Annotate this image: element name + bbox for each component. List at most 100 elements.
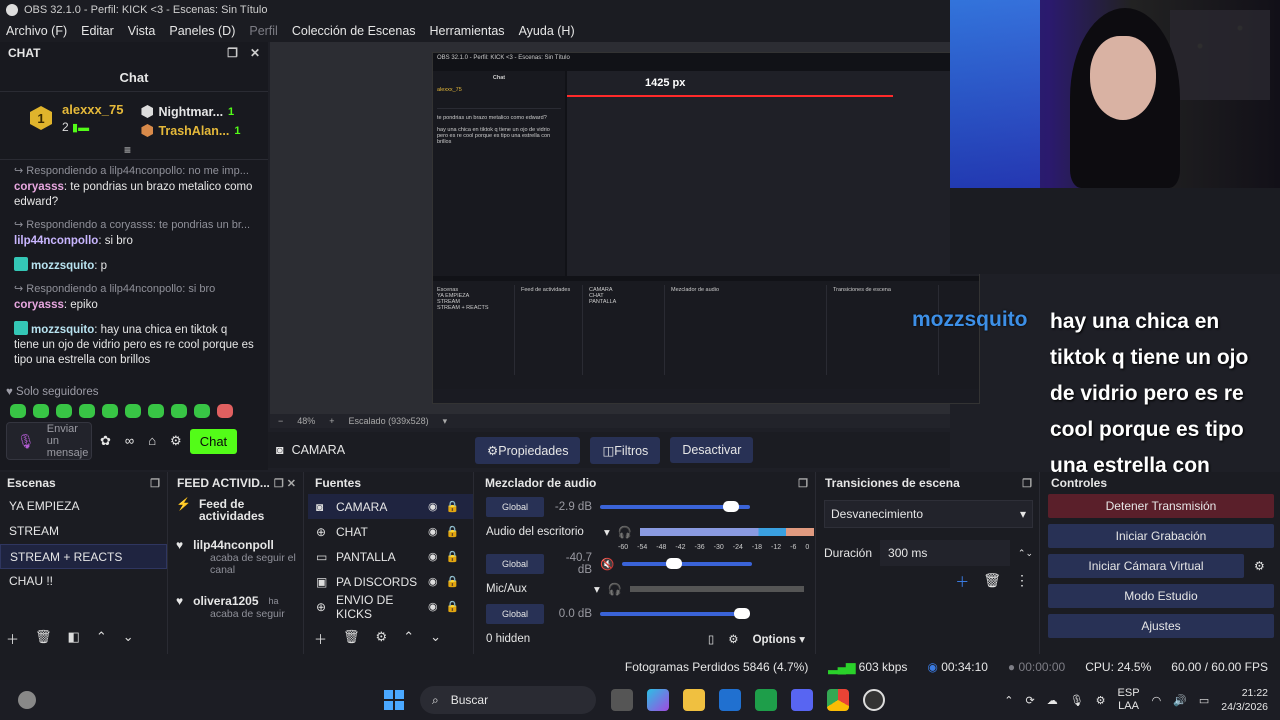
trash-icon[interactable]: 🗑 bbox=[983, 572, 1001, 592]
gear-icon[interactable]: ⚙ bbox=[376, 629, 388, 648]
emote-icon[interactable] bbox=[148, 404, 164, 418]
send-chat-button[interactable]: Chat bbox=[189, 428, 238, 454]
file-explorer-icon[interactable] bbox=[683, 689, 705, 711]
emote-icon[interactable] bbox=[10, 404, 26, 418]
chevron-down-icon[interactable]: ▾ bbox=[594, 582, 600, 596]
global-button[interactable]: Global bbox=[486, 553, 544, 574]
discord-icon[interactable] bbox=[791, 689, 813, 711]
store-icon[interactable]: ⌂ bbox=[148, 433, 156, 449]
start-recording-button[interactable]: Iniciar Grabación bbox=[1048, 524, 1274, 548]
lock-icon[interactable]: 🔒 bbox=[446, 550, 460, 563]
scene-item[interactable]: YA EMPIEZA bbox=[0, 494, 167, 519]
eye-icon[interactable]: ◉ bbox=[428, 525, 438, 538]
excel-icon[interactable] bbox=[755, 689, 777, 711]
zoom-in-icon[interactable]: + bbox=[329, 416, 334, 426]
expand-icon[interactable]: ≡ bbox=[124, 143, 131, 157]
arrow-up-icon[interactable]: ⌃ bbox=[403, 629, 414, 648]
eye-icon[interactable]: ◉ bbox=[428, 550, 438, 563]
infinity-icon[interactable]: ∞ bbox=[125, 433, 134, 449]
global-button[interactable]: Global bbox=[486, 496, 544, 517]
menu-perfil[interactable]: Perfil bbox=[249, 24, 277, 38]
language-indicator[interactable]: ESP LAA bbox=[1118, 687, 1140, 713]
volume-slider[interactable] bbox=[600, 500, 750, 512]
menu-editar[interactable]: Editar bbox=[81, 24, 114, 38]
duration-input[interactable]: 300 ms bbox=[880, 540, 1010, 566]
spin-icon[interactable]: ⌃⌄ bbox=[1018, 548, 1033, 559]
advanced-icon[interactable]: ⚙ bbox=[728, 632, 738, 646]
emote-icon[interactable] bbox=[125, 404, 141, 418]
copilot-icon[interactable] bbox=[647, 689, 669, 711]
emote-icon[interactable] bbox=[194, 404, 210, 418]
chat-input[interactable]: 🎙 Enviar un mensaje bbox=[6, 422, 92, 460]
volume-knob[interactable] bbox=[734, 607, 750, 619]
chat-username[interactable]: mozzsquito bbox=[31, 324, 94, 336]
emote-icon[interactable] bbox=[171, 404, 187, 418]
source-item[interactable]: ▭ PANTALLA ◉ 🔒 bbox=[308, 544, 473, 569]
source-item[interactable]: ◙ CAMARA ◉ 🔒 bbox=[308, 494, 473, 519]
properties-button[interactable]: ⚙Propiedades bbox=[475, 436, 581, 464]
zoom-out-icon[interactable]: − bbox=[278, 416, 283, 426]
emote-icon[interactable] bbox=[102, 404, 118, 418]
volume-slider[interactable] bbox=[600, 607, 750, 619]
emote-picker-icon[interactable]: ✿ bbox=[100, 433, 111, 449]
float-icon[interactable]: ❐ bbox=[150, 477, 160, 490]
menu-ayuda[interactable]: Ayuda (H) bbox=[519, 24, 575, 38]
eye-icon[interactable]: ◉ bbox=[428, 500, 438, 513]
filters-button[interactable]: ◫Filtros bbox=[590, 436, 661, 464]
gear-icon[interactable]: ⚙ bbox=[170, 433, 182, 449]
global-button[interactable]: Global bbox=[486, 603, 544, 624]
battery-icon[interactable]: ▭ bbox=[1199, 694, 1209, 707]
preview-canvas[interactable]: OBS 32.1.0 - Perfil: KICK <3 - Escenas: … bbox=[432, 52, 980, 404]
emote-icon[interactable] bbox=[217, 404, 233, 418]
chat-username[interactable]: lilp44nconpollo bbox=[14, 235, 98, 247]
emote-icon[interactable] bbox=[56, 404, 72, 418]
word-icon[interactable] bbox=[719, 689, 741, 711]
headphones-icon[interactable]: 🎧 bbox=[608, 582, 622, 596]
windows-start-icon[interactable] bbox=[383, 689, 405, 711]
float-icon[interactable]: ❐ bbox=[274, 478, 284, 490]
filter-icon[interactable]: ◧ bbox=[68, 629, 80, 648]
menu-herramientas[interactable]: Herramientas bbox=[430, 24, 505, 38]
float-icon[interactable]: ❐ bbox=[1022, 477, 1032, 490]
arrow-up-icon[interactable]: ⌃ bbox=[96, 629, 107, 648]
chat-username[interactable]: coryasss bbox=[14, 299, 64, 311]
arrow-down-icon[interactable]: ⌄ bbox=[430, 629, 441, 648]
lock-icon[interactable]: 🔒 bbox=[446, 575, 460, 588]
leader-second-name[interactable]: Nightmar... bbox=[158, 105, 223, 119]
layout-icon[interactable]: ▯ bbox=[708, 632, 714, 646]
lock-icon[interactable]: 🔒 bbox=[446, 500, 460, 513]
chat-username[interactable]: coryasss bbox=[14, 181, 64, 193]
trash-icon[interactable]: 🗑 bbox=[35, 629, 52, 648]
start-virtual-camera-button[interactable]: Iniciar Cámara Virtual bbox=[1048, 554, 1244, 578]
source-item[interactable]: ⊕ CHAT ◉ 🔒 bbox=[308, 519, 473, 544]
source-item[interactable]: ⊕ ENVIO DE KICKS ◉ 🔒 bbox=[308, 593, 473, 621]
scene-item-selected[interactable]: STREAM + REACTS bbox=[0, 544, 167, 569]
add-icon[interactable]: ＋ bbox=[6, 629, 19, 648]
leader-first-name[interactable]: alexxx_75 bbox=[62, 102, 123, 117]
headphones-icon[interactable]: 🎧 bbox=[618, 525, 632, 539]
stop-streaming-button[interactable]: Detener Transmisión bbox=[1048, 494, 1274, 518]
microphone-icon[interactable]: 🎙 bbox=[17, 433, 35, 450]
feed-user[interactable]: lilp44nconpoll bbox=[193, 538, 274, 552]
arrow-down-icon[interactable]: ⌄ bbox=[123, 629, 134, 648]
add-icon[interactable]: ＋ bbox=[314, 629, 327, 648]
float-icon[interactable]: ❐ bbox=[227, 46, 238, 60]
cloud-icon[interactable]: ☁ bbox=[1047, 694, 1058, 707]
add-icon[interactable]: ＋ bbox=[955, 572, 969, 592]
source-item[interactable]: ▣ PA DISCORDS ◉ 🔒 bbox=[308, 569, 473, 594]
clock[interactable]: 21:22 24/3/2026 bbox=[1221, 686, 1268, 714]
close-icon[interactable]: ✕ bbox=[250, 46, 260, 60]
settings-button[interactable]: Ajustes bbox=[1048, 614, 1274, 638]
trash-icon[interactable]: 🗑 bbox=[343, 629, 360, 648]
volume-knob[interactable] bbox=[665, 557, 682, 569]
bluetooth-icon[interactable]: ⚙ bbox=[1096, 694, 1106, 707]
float-icon[interactable]: ❐ bbox=[798, 477, 808, 490]
muted-speaker-icon[interactable]: 🔇 bbox=[600, 557, 614, 571]
chrome-icon[interactable] bbox=[827, 689, 849, 711]
wifi-icon[interactable]: ◠ bbox=[1152, 694, 1162, 707]
lock-icon[interactable]: 🔒 bbox=[446, 525, 460, 538]
gear-icon[interactable]: ⚙ bbox=[1254, 559, 1265, 573]
transition-select[interactable]: Desvanecimiento ▾ bbox=[824, 500, 1033, 528]
emote-icon[interactable] bbox=[33, 404, 49, 418]
taskbar-search[interactable]: ⌕ Buscar bbox=[420, 686, 596, 714]
